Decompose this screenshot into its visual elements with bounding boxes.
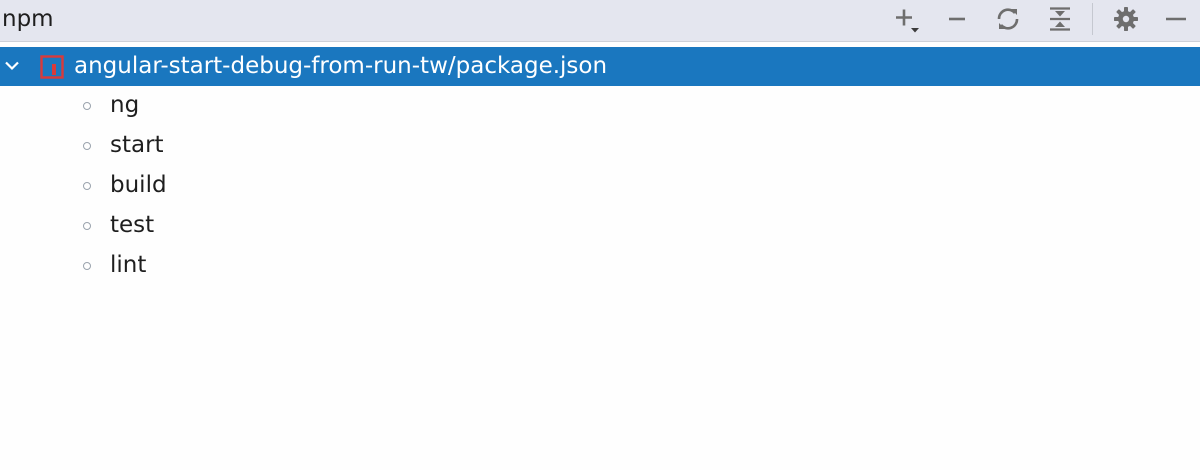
chevron-down-icon[interactable] xyxy=(4,58,20,78)
hide-button[interactable] xyxy=(1159,2,1193,36)
script-bullet-icon xyxy=(83,142,91,150)
remove-button[interactable] xyxy=(940,2,974,36)
script-bullet-icon xyxy=(83,222,91,230)
script-bullet-icon xyxy=(83,262,91,270)
reload-icon xyxy=(994,5,1022,33)
collapse-all-icon xyxy=(1046,5,1074,33)
script-label: build xyxy=(110,172,167,198)
script-item-ng[interactable]: ng xyxy=(0,86,1200,126)
tool-window-header: npm xyxy=(0,0,1200,42)
tool-window-title: npm xyxy=(2,6,54,32)
script-bullet-icon xyxy=(83,102,91,110)
script-item-lint[interactable]: lint xyxy=(0,246,1200,286)
reload-button[interactable] xyxy=(991,2,1025,36)
scripts-tree: angular-start-debug-from-run-tw/package.… xyxy=(0,47,1200,286)
toolbar-separator xyxy=(1092,3,1093,35)
script-item-build[interactable]: build xyxy=(0,166,1200,206)
script-label: ng xyxy=(110,92,140,118)
add-button[interactable] xyxy=(888,2,922,36)
script-item-test[interactable]: test xyxy=(0,206,1200,246)
collapse-all-button[interactable] xyxy=(1043,2,1077,36)
add-icon xyxy=(890,4,920,34)
tree-root-package-json[interactable]: angular-start-debug-from-run-tw/package.… xyxy=(0,47,1200,86)
npm-tool-window: npm angular-start-debug-from-run-tw/pack… xyxy=(0,0,1200,470)
script-label: start xyxy=(110,132,164,158)
script-label: test xyxy=(110,212,155,238)
script-label: lint xyxy=(110,252,147,278)
settings-button[interactable] xyxy=(1109,2,1143,36)
package-json-icon xyxy=(40,55,64,83)
script-item-start[interactable]: start xyxy=(0,126,1200,166)
tree-root-label: angular-start-debug-from-run-tw/package.… xyxy=(74,53,608,79)
remove-icon xyxy=(945,7,969,31)
hide-icon xyxy=(1163,7,1189,31)
script-bullet-icon xyxy=(83,182,91,190)
gear-icon xyxy=(1112,5,1140,33)
